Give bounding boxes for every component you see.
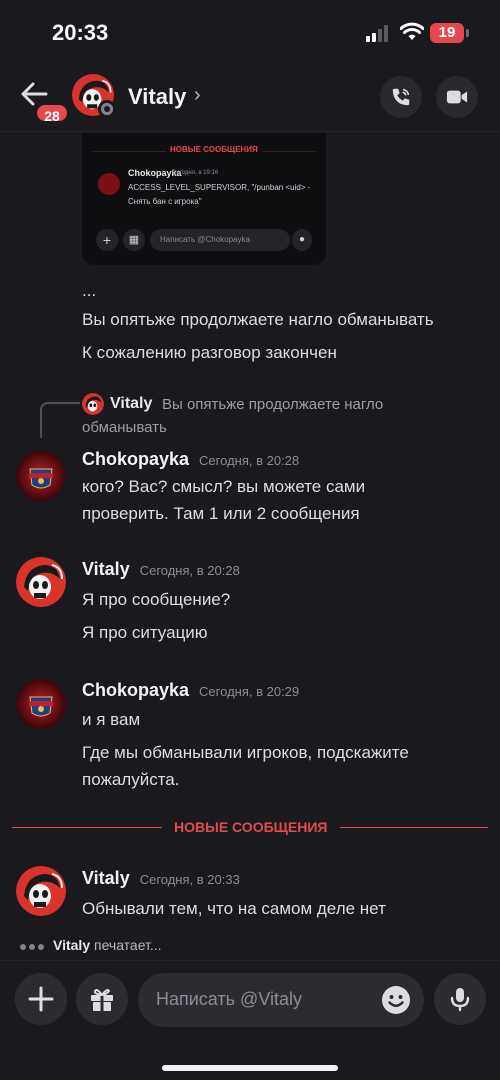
gift-icon	[91, 989, 113, 1011]
message-timestamp: Сегодня, в 20:29	[199, 684, 300, 699]
message-text: Обнывали тем, что на самом деле нет	[82, 899, 386, 918]
voice-call-button[interactable]	[380, 76, 422, 118]
status-time: 20:33	[52, 20, 109, 45]
message-input[interactable]: Написать @Vitaly	[138, 973, 424, 1027]
message-header: Vitaly Сегодня, в 20:33	[82, 868, 240, 889]
embedded-input: Написать @Chokopayka	[150, 229, 290, 251]
chevron-right-icon[interactable]: ›	[194, 84, 201, 107]
battery-icon: 19	[430, 23, 464, 43]
emoji-button[interactable]	[381, 985, 411, 1015]
embedded-gift-icon: ▦	[123, 229, 145, 251]
typing-suffix: печатает...	[94, 937, 162, 953]
contact-name[interactable]: Vitaly	[128, 84, 186, 110]
reply-author[interactable]: Vitaly	[110, 395, 152, 413]
typing-user: Vitaly	[53, 937, 91, 953]
author-name[interactable]: Chokopayka	[82, 449, 189, 469]
avatar[interactable]	[16, 451, 66, 501]
avatar[interactable]	[16, 866, 66, 916]
message-input-placeholder: Написать @Vitaly	[156, 989, 303, 1009]
avatar[interactable]	[16, 557, 66, 607]
unread-badge: 28	[34, 102, 70, 124]
gift-button[interactable]	[76, 973, 128, 1025]
author-name[interactable]: Vitaly	[82, 559, 130, 579]
video-camera-icon	[446, 90, 468, 104]
reply-text[interactable]: обманывать	[82, 419, 167, 436]
message-text: Вы опятьже продолжаете нагло обманывать	[82, 310, 434, 329]
message-list[interactable]: НОВЫЕ СООБЩЕНИЯ Chokopayka Сегодня, в 19…	[0, 133, 500, 960]
message-text: и я вам	[82, 710, 141, 729]
author-name[interactable]: Chokopayka	[82, 680, 189, 700]
message-text: Где мы обманывали игроков, подскажите	[82, 743, 409, 762]
message-text: К сожалению разговор закончен	[82, 343, 337, 362]
attachment-image[interactable]: НОВЫЕ СООБЩЕНИЯ Chokopayka Сегодня, в 19…	[82, 133, 326, 265]
embedded-composer: + ▦ Написать @Chokopayka ●	[96, 229, 312, 253]
reply-text[interactable]: Вы опятьже продолжаете нагло	[162, 396, 383, 413]
smiley-icon	[382, 986, 410, 1014]
message-text: Я про ситуацию	[82, 623, 208, 642]
message-header: Chokopayka Сегодня, в 20:29	[82, 680, 299, 701]
microphone-icon	[450, 988, 470, 1012]
message-text: Я про сообщение?	[82, 590, 231, 609]
message-text: ...	[82, 281, 97, 300]
message-text: кого? Вас? смысл? вы можете сами	[82, 477, 366, 496]
message-timestamp: Сегодня, в 20:33	[139, 872, 240, 887]
plus-icon	[28, 986, 54, 1012]
add-attachment-button[interactable]	[15, 973, 67, 1025]
offline-status-icon	[98, 100, 116, 118]
message-composer: Написать @Vitaly	[0, 960, 500, 1080]
embedded-time: Сегодня, в 19:16	[172, 170, 219, 176]
embedded-text: ACCESS_LEVEL_SUPERVISOR, "/punban <uid> …	[128, 183, 311, 206]
embedded-divider-label: НОВЫЕ СООБЩЕНИЯ	[166, 145, 262, 154]
embedded-mic-icon: ●	[292, 229, 312, 251]
message-header: Vitaly Сегодня, в 20:28	[82, 559, 240, 580]
reply-avatar	[82, 393, 104, 415]
message-header: Chokopayka Сегодня, в 20:28	[82, 449, 299, 470]
phone-icon	[392, 88, 410, 106]
voice-message-button[interactable]	[434, 973, 486, 1025]
avatar[interactable]	[16, 679, 66, 729]
reply-connector	[40, 402, 80, 438]
message-timestamp: Сегодня, в 20:28	[139, 563, 240, 578]
message-timestamp: Сегодня, в 20:28	[199, 453, 300, 468]
new-messages-label: НОВЫЕ СООБЩЕНИЯ	[162, 819, 340, 835]
typing-indicator: Vitaly печатает...	[20, 937, 162, 953]
typing-dots-icon	[20, 937, 47, 953]
cellular-signal-icon	[366, 24, 392, 42]
embedded-plus-icon: +	[96, 229, 118, 251]
chat-header: 28 Vitaly ›	[0, 64, 500, 132]
author-name[interactable]: Vitaly	[82, 868, 130, 888]
message-text: пожалуйста.	[82, 770, 180, 789]
embedded-avatar	[98, 173, 120, 195]
wifi-icon	[400, 22, 424, 40]
status-bar: 20:33 19	[0, 0, 500, 64]
home-indicator[interactable]	[162, 1065, 338, 1071]
video-call-button[interactable]	[436, 76, 478, 118]
message-text: проверить. Там 1 или 2 сообщения	[82, 504, 360, 523]
battery-cap	[466, 29, 469, 37]
